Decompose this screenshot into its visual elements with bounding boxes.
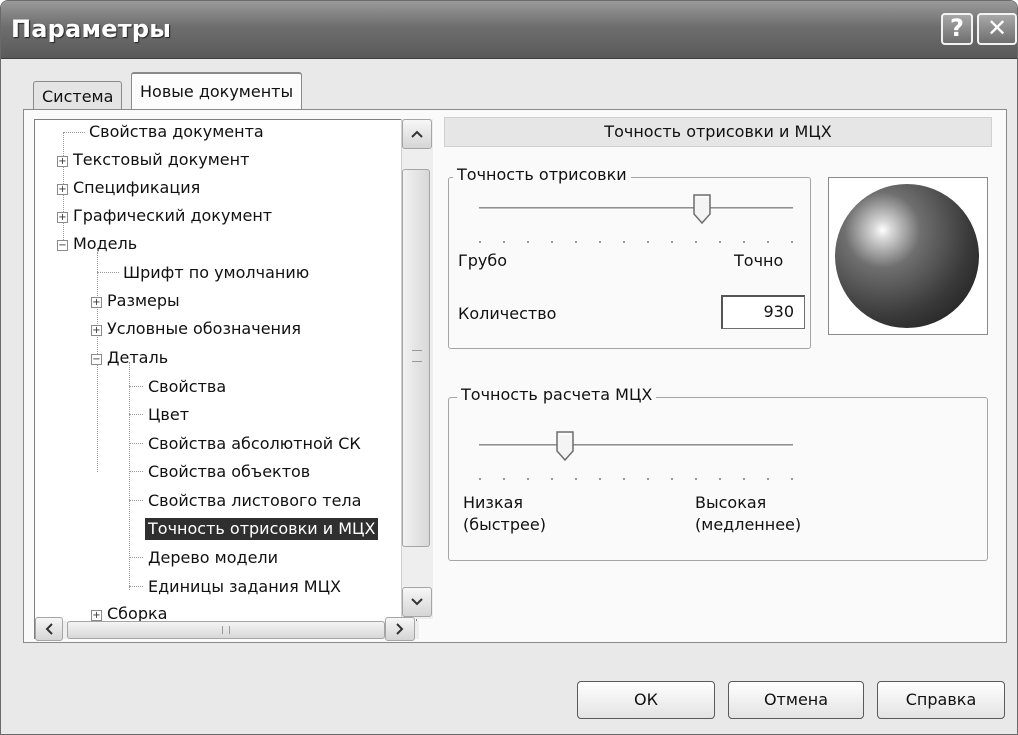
grip-icon (412, 350, 422, 362)
scroll-thumb[interactable] (402, 169, 430, 547)
parameters-dialog: Параметры ? ✕ Система Новые документы Св… (0, 0, 1018, 735)
tree-item-properties[interactable]: Свойства (148, 376, 226, 398)
mch-precision-ticks (479, 478, 793, 480)
mch-max-label-line1: Высокая (695, 493, 767, 512)
expand-icon[interactable]: + (57, 212, 68, 223)
tree-item-document-properties[interactable]: Свойства документа (89, 121, 264, 143)
tree-item-label: Свойства документа (89, 122, 264, 141)
expand-icon[interactable]: + (57, 156, 68, 167)
mch-min-label-line2: (быстрее) (463, 515, 546, 534)
count-field[interactable]: 930 (721, 295, 805, 329)
tree-item-label: Свойства (148, 377, 227, 396)
collapse-icon[interactable]: − (57, 240, 68, 251)
mch-precision-group-label: Точность расчета МЦХ (457, 385, 657, 404)
tree-item-model[interactable]: Модель (73, 233, 137, 255)
tree-item-label: Модель (73, 234, 138, 253)
tree-item-label: Цвет (148, 405, 190, 424)
tree-item-symbols[interactable]: Условные обозначения (107, 318, 301, 340)
expand-icon[interactable]: + (91, 610, 102, 621)
chevron-up-icon (411, 130, 423, 138)
tree-item-label: Графический документ (73, 206, 273, 225)
tree-item-specification[interactable]: Спецификация (73, 177, 200, 199)
window-title: Параметры (11, 15, 172, 43)
tab-system[interactable]: Система (33, 81, 123, 111)
mch-max-label-line2: (медленнее) (695, 515, 802, 534)
expand-icon[interactable]: + (91, 297, 102, 308)
collapse-icon[interactable]: − (91, 354, 102, 365)
scroll-right-button[interactable] (385, 617, 415, 641)
tree-item-absolute-cs-properties[interactable]: Свойства абсолютной СК (148, 433, 361, 455)
tree-item-label: Спецификация (73, 178, 201, 197)
tree-item-sheet-body-properties[interactable]: Свойства листового тела (148, 490, 361, 512)
scroll-down-button[interactable] (402, 587, 432, 617)
tree-item-object-properties[interactable]: Свойства объектов (148, 461, 310, 483)
expand-icon[interactable]: + (57, 184, 68, 195)
render-precision-slider-thumb[interactable] (693, 194, 711, 224)
grip-icon (222, 626, 230, 634)
mch-precision-slider-thumb[interactable] (556, 431, 574, 461)
count-label: Количество (458, 304, 557, 323)
tree-item-label: Единицы задания МЦХ (148, 577, 341, 596)
tree-item-label: Свойства объектов (148, 462, 311, 481)
tree-item-mch-units[interactable]: Единицы задания МЦХ (148, 576, 341, 598)
preview-panel (828, 177, 988, 335)
cancel-button[interactable]: Отмена (728, 681, 864, 719)
help-button[interactable]: Справка (877, 681, 1005, 719)
settings-tree: Свойства документа + Текстовый документ … (34, 119, 417, 639)
sphere-preview-icon (835, 184, 979, 328)
tree-item-label: Точность отрисовки и МЦХ (148, 519, 376, 538)
tree-item-graphic-document[interactable]: Графический документ (73, 205, 272, 227)
tree-item-part[interactable]: Деталь (107, 347, 168, 369)
tree-item-model-tree[interactable]: Дерево модели (148, 547, 278, 569)
horizontal-scroll-thumb[interactable] (67, 621, 385, 639)
render-precision-ticks (479, 241, 793, 243)
tree-item-render-precision[interactable]: Точность отрисовки и МЦХ (145, 518, 379, 540)
chevron-down-icon (411, 598, 423, 606)
chevron-left-icon (45, 623, 53, 635)
tree-item-label: Деталь (107, 348, 169, 367)
help-title-button[interactable]: ? (941, 13, 973, 45)
mch-precision-track[interactable] (479, 444, 793, 447)
render-precision-min-label: Грубо (458, 251, 508, 270)
tree-item-assembly[interactable]: Сборка (107, 603, 167, 621)
title-bar: Параметры ? ✕ (1, 1, 1017, 59)
tree-item-label: Размеры (107, 291, 180, 310)
render-precision-max-label: Точно (734, 251, 784, 270)
close-button[interactable]: ✕ (977, 13, 1017, 45)
mch-min-label-line1: Низкая (463, 493, 524, 512)
tree-item-text-document[interactable]: Текстовый документ (73, 149, 249, 171)
tree-item-label: Условные обозначения (107, 319, 302, 338)
tree-horizontal-scrollbar[interactable] (35, 617, 419, 641)
tree-item-dimensions[interactable]: Размеры (107, 290, 180, 312)
scroll-up-button[interactable] (402, 119, 432, 149)
tree-item-label: Свойства абсолютной СК (148, 434, 361, 453)
tree-item-label: Текстовый документ (73, 150, 250, 169)
tree-item-label: Шрифт по умолчанию (123, 263, 310, 282)
tree-item-default-font[interactable]: Шрифт по умолчанию (123, 262, 309, 284)
expand-icon[interactable]: + (91, 325, 102, 336)
tree-item-label: Свойства листового тела (148, 491, 362, 510)
ok-button[interactable]: ОК (577, 681, 715, 719)
scroll-left-button[interactable] (35, 617, 63, 641)
section-header: Точность отрисовки и МЦХ (444, 117, 992, 147)
chevron-right-icon (396, 623, 404, 635)
tab-new-documents[interactable]: Новые документы (131, 72, 303, 112)
render-precision-group-label: Точность отрисовки (453, 165, 631, 184)
render-precision-track[interactable] (479, 207, 793, 210)
tree-item-label: Дерево модели (148, 548, 279, 567)
tree-item-color[interactable]: Цвет (148, 404, 189, 426)
tree-item-label: Сборка (107, 604, 168, 621)
